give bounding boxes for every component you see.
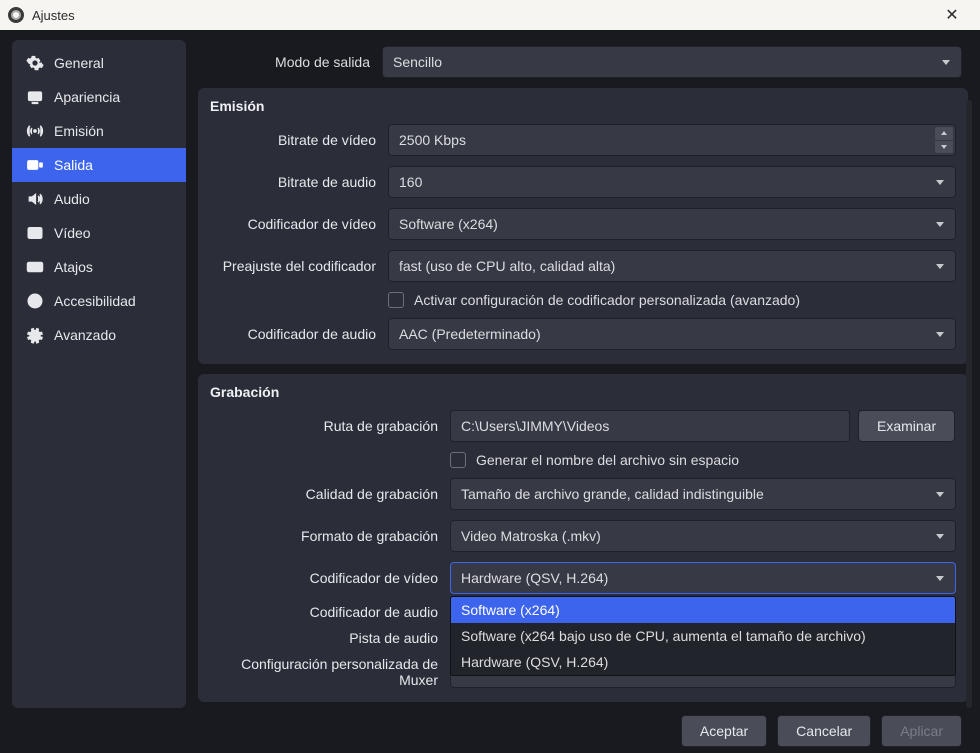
sidebar-item-label: Accesibilidad — [54, 293, 136, 309]
sidebar-item-label: Vídeo — [54, 225, 91, 241]
recording-group: Grabación Ruta de grabación C:\Users\JIM… — [198, 374, 968, 702]
dropdown-option[interactable]: Software (x264 bajo uso de CPU, aumenta … — [451, 623, 955, 649]
close-button[interactable]: ✕ — [932, 0, 972, 30]
chevron-down-icon — [935, 531, 945, 541]
stream-video-encoder-select[interactable]: Software (x264) — [388, 208, 956, 240]
chevron-down-icon — [935, 177, 945, 187]
sidebar-item-label: Atajos — [54, 259, 93, 275]
sidebar-item-label: Salida — [54, 157, 93, 173]
video-bitrate-value: 2500 Kbps — [399, 132, 466, 148]
stream-audio-encoder-value: AAC (Predeterminado) — [399, 326, 541, 342]
encoder-preset-value: fast (uso de CPU alto, calidad alta) — [399, 258, 615, 274]
footer: Aceptar Cancelar Aplicar — [0, 708, 980, 753]
rec-video-encoder-value: Hardware (QSV, H.264) — [461, 570, 608, 586]
broadcast-icon — [26, 122, 44, 140]
dropdown-option[interactable]: Software (x264) — [451, 597, 955, 623]
settings-panel: Modo de salida Sencillo Emisión Bitrate … — [198, 40, 968, 708]
sidebar-item-emision[interactable]: Emisión — [12, 114, 186, 148]
sidebar-item-label: Emisión — [54, 123, 104, 139]
sidebar: General Apariencia Emisión Salida Audio … — [12, 40, 186, 708]
accept-button[interactable]: Aceptar — [681, 715, 767, 747]
sidebar-item-apariencia[interactable]: Apariencia — [12, 80, 186, 114]
sidebar-item-label: Avanzado — [54, 327, 116, 343]
cancel-button[interactable]: Cancelar — [777, 715, 871, 747]
streaming-group: Emisión Bitrate de vídeo 2500 Kbps Bitra… — [198, 88, 968, 364]
encoder-preset-select[interactable]: fast (uso de CPU alto, calidad alta) — [388, 250, 956, 282]
browse-button[interactable]: Examinar — [858, 410, 955, 442]
sidebar-item-label: Apariencia — [54, 89, 120, 105]
sidebar-item-label: Audio — [54, 191, 90, 207]
output-mode-select[interactable]: Sencillo — [382, 46, 962, 78]
keyboard-icon — [26, 258, 44, 276]
apply-button[interactable]: Aplicar — [881, 715, 962, 747]
audio-track-label: Pista de audio — [210, 630, 450, 646]
custom-encoder-label[interactable]: Activar configuración de codificador per… — [414, 292, 800, 308]
output-mode-label: Modo de salida — [204, 54, 382, 70]
output-mode-row: Modo de salida Sencillo — [198, 40, 968, 78]
recording-quality-select[interactable]: Tamaño de archivo grande, calidad indist… — [450, 478, 956, 510]
recording-quality-label: Calidad de grabación — [210, 486, 450, 502]
stream-video-encoder-value: Software (x264) — [399, 216, 498, 232]
app-icon — [8, 7, 24, 23]
recording-path-input[interactable]: C:\Users\JIMMY\Videos — [450, 410, 850, 442]
filename-nospace-checkbox[interactable] — [450, 452, 466, 468]
sidebar-item-audio[interactable]: Audio — [12, 182, 186, 216]
dropdown-option[interactable]: Hardware (QSV, H.264) — [451, 649, 955, 675]
sidebar-item-general[interactable]: General — [12, 46, 186, 80]
titlebar: Ajustes ✕ — [0, 0, 980, 30]
chevron-down-icon — [935, 573, 945, 583]
filename-nospace-label[interactable]: Generar el nombre del archivo sin espaci… — [476, 452, 739, 468]
content: General Apariencia Emisión Salida Audio … — [0, 30, 980, 708]
recording-format-select[interactable]: Video Matroska (.mkv) — [450, 520, 956, 552]
appearance-icon — [26, 88, 44, 106]
accessibility-icon — [26, 292, 44, 310]
rec-audio-encoder-label: Codificador de audio — [210, 604, 450, 620]
sidebar-item-avanzado[interactable]: Avanzado — [12, 318, 186, 352]
scrollbar[interactable] — [966, 100, 972, 708]
sidebar-item-atajos[interactable]: Atajos — [12, 250, 186, 284]
stream-audio-encoder-label: Codificador de audio — [210, 326, 388, 342]
sidebar-item-label: General — [54, 55, 104, 71]
recording-path-label: Ruta de grabación — [210, 418, 450, 434]
spinner-up[interactable] — [935, 127, 953, 140]
chevron-down-icon — [935, 261, 945, 271]
stream-audio-encoder-select[interactable]: AAC (Predeterminado) — [388, 318, 956, 350]
spinner-down[interactable] — [935, 141, 953, 154]
chevron-down-icon — [935, 219, 945, 229]
sidebar-item-salida[interactable]: Salida — [12, 148, 186, 182]
audio-bitrate-select[interactable]: 160 — [388, 166, 956, 198]
audio-bitrate-label: Bitrate de audio — [210, 174, 388, 190]
muxer-label: Configuración personalizada de Muxer — [210, 656, 450, 688]
advanced-icon — [26, 326, 44, 344]
sidebar-item-accesibilidad[interactable]: Accesibilidad — [12, 284, 186, 318]
custom-encoder-checkbox[interactable] — [388, 292, 404, 308]
video-icon — [26, 224, 44, 242]
recording-quality-value: Tamaño de archivo grande, calidad indist… — [461, 486, 764, 502]
chevron-down-icon — [935, 489, 945, 499]
rec-video-encoder-label: Codificador de vídeo — [210, 570, 450, 586]
chevron-down-icon — [935, 329, 945, 339]
recording-path-value: C:\Users\JIMMY\Videos — [461, 418, 609, 434]
sidebar-item-video[interactable]: Vídeo — [12, 216, 186, 250]
output-mode-value: Sencillo — [393, 54, 442, 70]
recording-format-label: Formato de grabación — [210, 528, 450, 544]
rec-video-encoder-dropdown: Software (x264) Software (x264 bajo uso … — [450, 596, 956, 676]
recording-title: Grabación — [210, 384, 956, 400]
encoder-preset-label: Preajuste del codificador — [210, 258, 388, 274]
rec-video-encoder-select[interactable]: Hardware (QSV, H.264) — [450, 562, 956, 594]
streaming-title: Emisión — [210, 98, 956, 114]
video-bitrate-input[interactable]: 2500 Kbps — [388, 124, 956, 156]
window-title: Ajustes — [32, 8, 932, 23]
gear-icon — [26, 54, 44, 72]
audio-icon — [26, 190, 44, 208]
audio-bitrate-value: 160 — [399, 174, 422, 190]
video-bitrate-label: Bitrate de vídeo — [210, 132, 388, 148]
recording-format-value: Video Matroska (.mkv) — [461, 528, 601, 544]
stream-video-encoder-label: Codificador de vídeo — [210, 216, 388, 232]
output-icon — [26, 156, 44, 174]
chevron-down-icon — [941, 57, 951, 67]
